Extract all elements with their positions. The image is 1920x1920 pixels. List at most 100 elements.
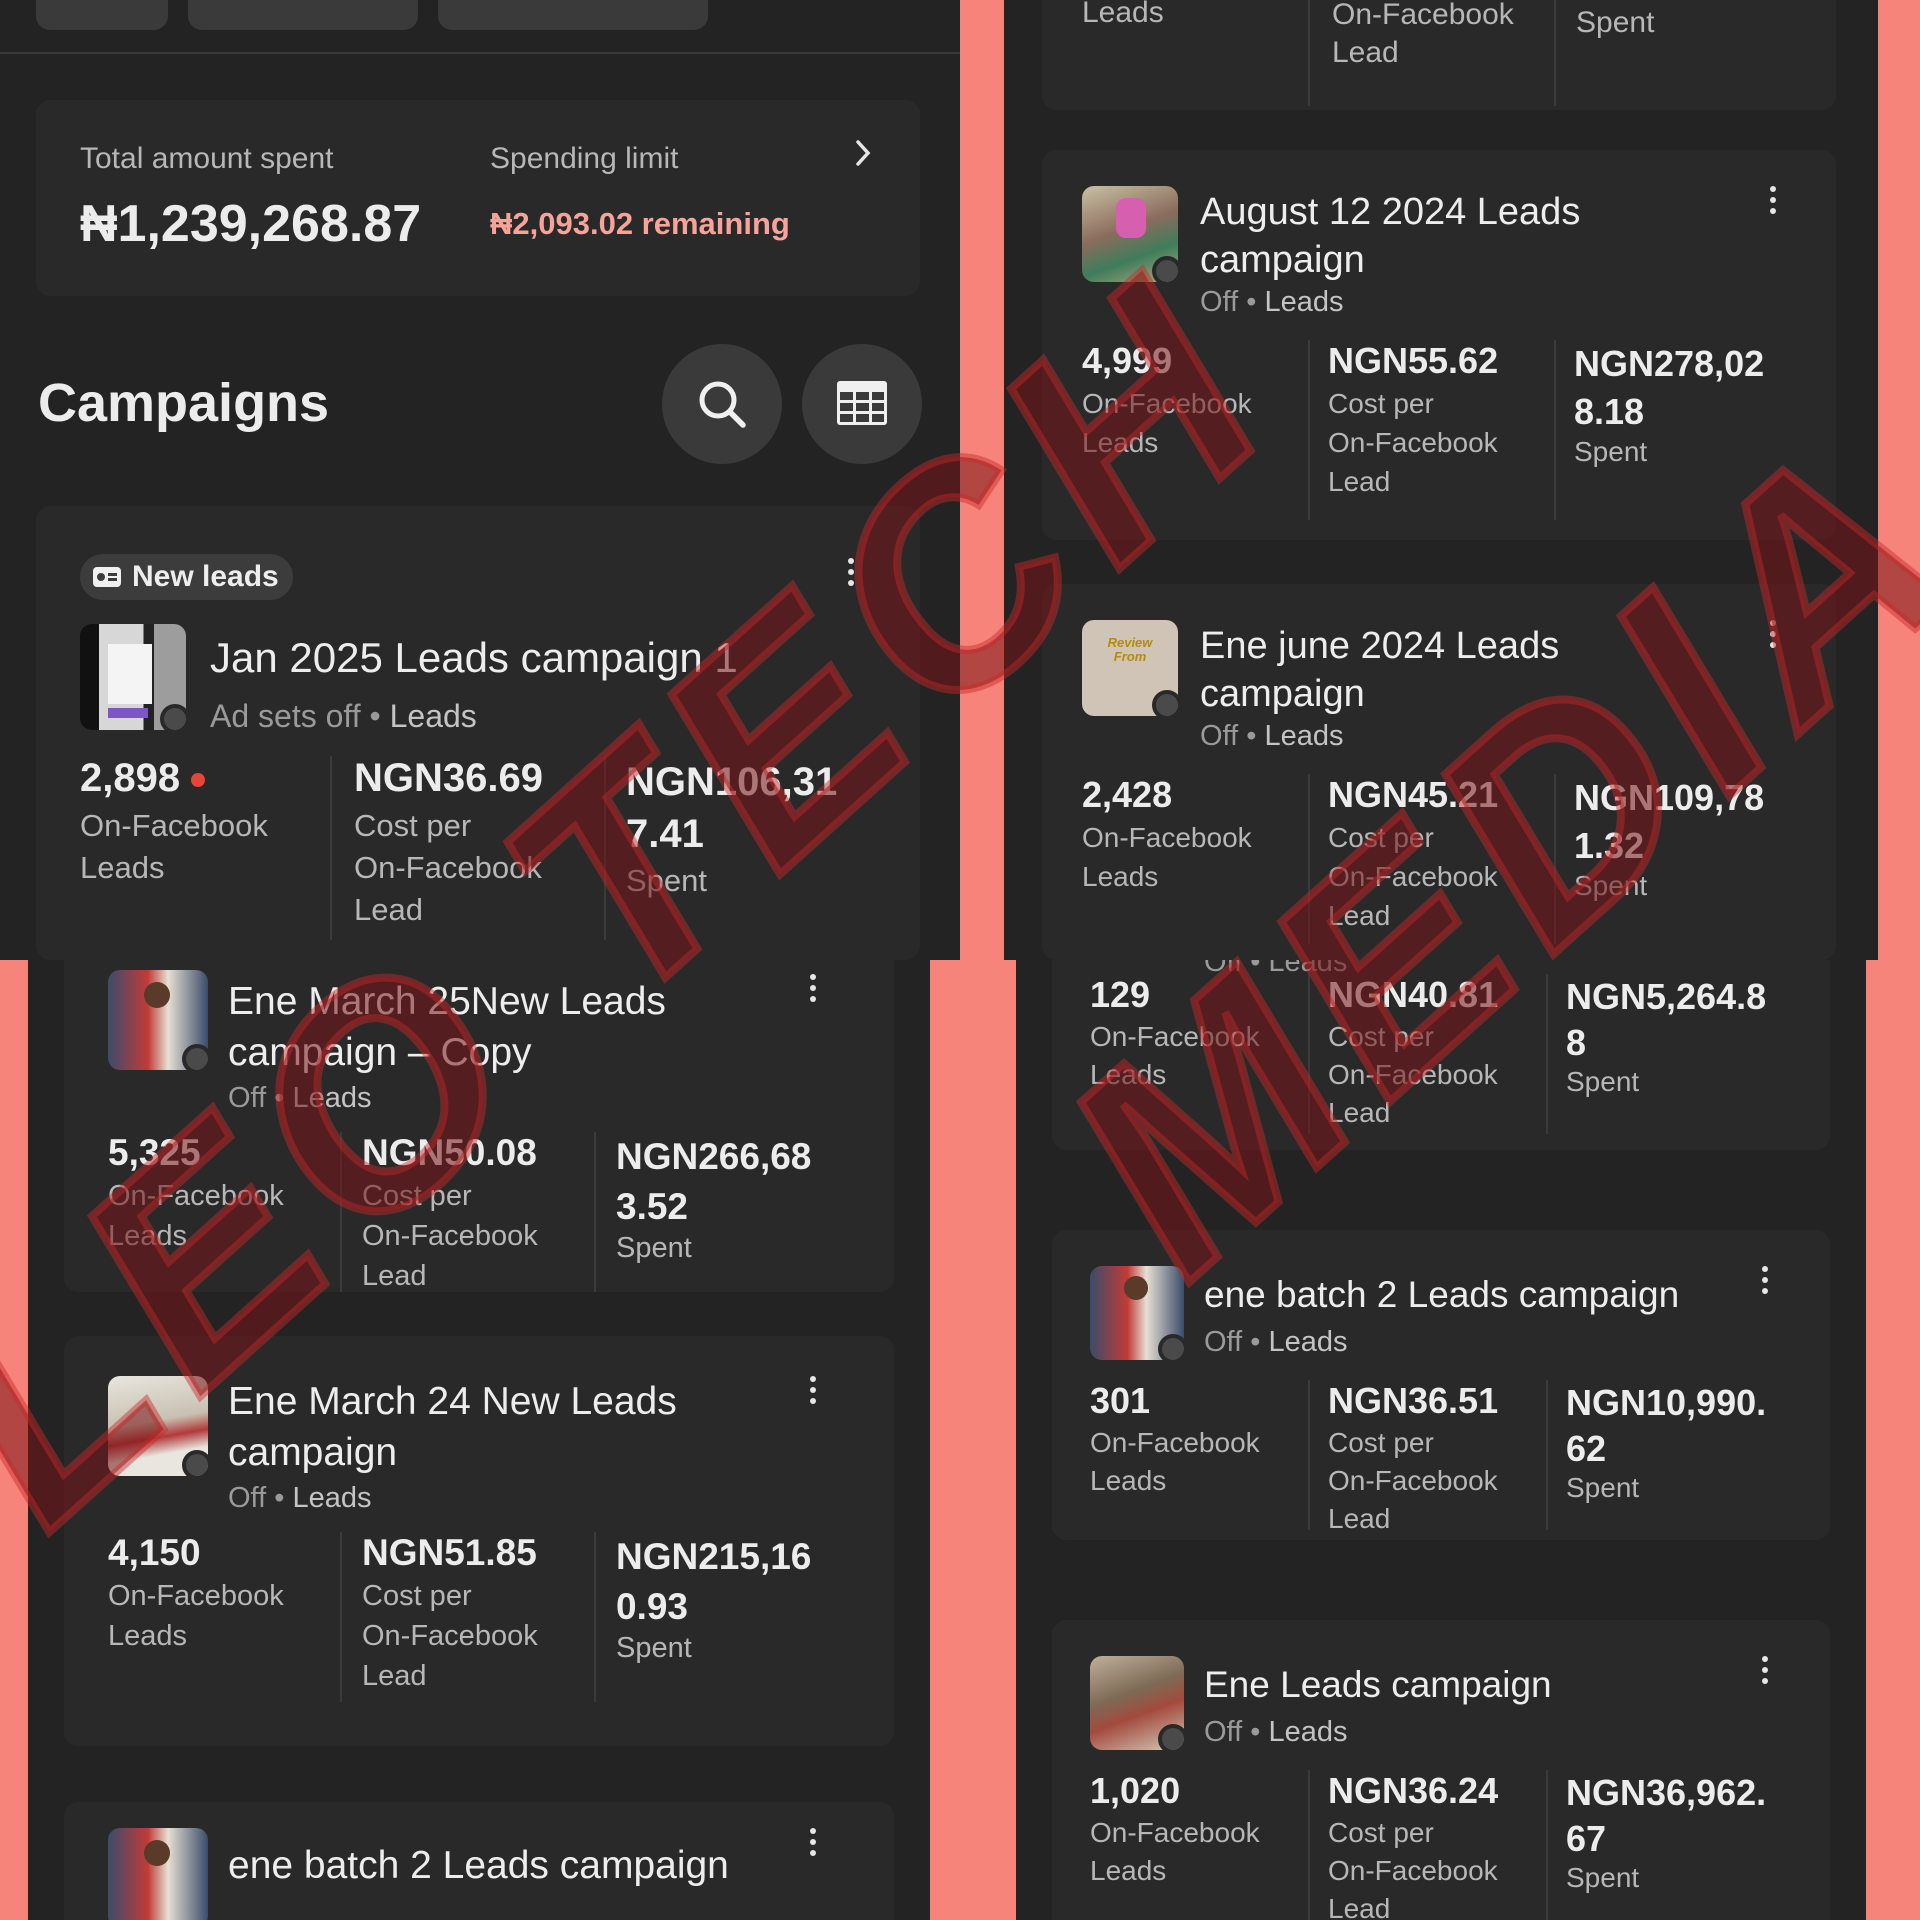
metric-spent: NGN215,16 0.93 Spent xyxy=(616,1536,812,1664)
section-title: Campaigns xyxy=(38,373,330,433)
campaign-card-partial[interactable]: Leads On-Facebook Lead Spent xyxy=(1042,0,1836,110)
campaign-name[interactable]: Ene March 24 New Leads campaign xyxy=(228,1376,677,1478)
total-spent-value: ₦1,239,268.87 xyxy=(80,195,422,253)
more-vertical-icon[interactable] xyxy=(846,558,856,594)
campaign-name[interactable]: ene batch 2 Leads campaign xyxy=(1204,1274,1679,1316)
more-vertical-icon[interactable] xyxy=(1768,620,1778,656)
metric-leads: 2,898 On-Facebook Leads xyxy=(80,756,268,885)
metric-cost-per-lead: NGN36.24 Cost per On-Facebook Lead xyxy=(1328,1770,1499,1920)
table-icon xyxy=(837,381,887,425)
metric-divider xyxy=(1308,774,1310,944)
campaign-name[interactable]: Ene june 2024 Leads campaign xyxy=(1200,622,1559,718)
campaign-card-march-24[interactable]: Ene March 24 New Leads campaign Off • Lea… xyxy=(64,1336,894,1746)
campaign-card-jan-2025[interactable]: New leads Jan 2025 Leads campaign 1 Ad s… xyxy=(36,506,920,960)
search-icon xyxy=(699,381,746,428)
metric-cost-per-lead: NGN36.51 Cost per On-Facebook Lead xyxy=(1328,1380,1499,1534)
metric-divider xyxy=(1546,1770,1548,1920)
metric-leads-value: 2,898 xyxy=(80,756,181,800)
campaign-card-june-2024[interactable]: Review From Ene june 2024 Leads campaign O… xyxy=(1042,584,1836,960)
more-vertical-icon[interactable] xyxy=(808,1828,818,1864)
campaign-status: Off • Leads xyxy=(1204,1716,1348,1748)
metric-spent: NGN36,962. 67 Spent xyxy=(1566,1772,1767,1893)
metric-spent: NGN109,78 1.32 Spent xyxy=(1574,777,1765,901)
more-vertical-icon[interactable] xyxy=(1768,186,1778,222)
lead-form-icon xyxy=(93,567,121,587)
metric-divider xyxy=(340,1532,342,1702)
top-left-panel: Total amount spent ₦1,239,268.87 Spendin… xyxy=(0,0,960,960)
metric-spent: NGN10,990. 62 Spent xyxy=(1566,1382,1767,1503)
search-button[interactable] xyxy=(662,344,782,464)
chevron-right-icon[interactable] xyxy=(852,138,874,168)
metric-spent: NGN106,31 7.41 Spent xyxy=(626,760,838,898)
metric-divider xyxy=(604,756,606,940)
metric-leads: 301 On-Facebook Leads xyxy=(1090,1380,1260,1496)
metric-cost-per-lead: NGN36.69 Cost per On-Facebook Lead xyxy=(354,756,543,927)
campaign-card-batch-2-partial[interactable]: ene batch 2 Leads campaign xyxy=(64,1802,894,1920)
campaign-status: Off • Leads xyxy=(1204,1326,1348,1358)
tab-pill-3[interactable] xyxy=(438,0,708,30)
campaign-thumbnail xyxy=(108,970,208,1070)
total-spent-label: Total amount spent xyxy=(80,142,334,175)
table-view-button[interactable] xyxy=(802,344,922,464)
bottom-left-panel: Ene March 25New Leads campaign – Copy Off… xyxy=(28,960,930,1920)
metric-cost-per-lead: NGN45.21 Cost per On-Facebook Lead xyxy=(1328,774,1499,931)
more-vertical-icon[interactable] xyxy=(1760,1656,1770,1692)
metric-leads: 4,150 On-Facebook Leads xyxy=(108,1532,284,1652)
badge-label: New leads xyxy=(132,560,279,593)
new-leads-dot xyxy=(191,773,206,788)
metric-divider xyxy=(1554,0,1556,106)
metric-divider xyxy=(1546,974,1548,1134)
metric-cost-per-lead: NGN40.81 Cost per On-Facebook Lead xyxy=(1328,974,1499,1128)
campaign-thumbnail xyxy=(1090,1656,1184,1750)
campaign-card-batch-2[interactable]: ene batch 2 Leads campaign Off • Leads 3… xyxy=(1052,1230,1830,1540)
metric-spent: NGN266,68 3.52 Spent xyxy=(616,1136,812,1264)
metric-spent: NGN278,02 8.18 Spent xyxy=(1574,343,1765,467)
metric-spent: NGN5,264.8 8 Spent xyxy=(1566,976,1767,1097)
metric-divider xyxy=(330,756,332,940)
campaign-status: Off • Leads xyxy=(1200,720,1344,752)
campaign-thumbnail xyxy=(80,624,186,730)
top-right-panel: Leads On-Facebook Lead Spent August 12 20… xyxy=(1004,0,1878,960)
metric-divider xyxy=(1546,1380,1548,1530)
campaign-thumbnail xyxy=(1090,1266,1184,1360)
metric-divider xyxy=(340,1132,342,1292)
campaign-status: Off • Leads xyxy=(1200,286,1344,318)
campaign-name[interactable]: Jan 2025 Leads campaign 1 xyxy=(210,634,738,682)
campaign-card-march-25[interactable]: Ene March 25New Leads campaign – Copy Off… xyxy=(64,960,894,1292)
metric-leads: 5,325 On-Facebook Leads xyxy=(108,1132,284,1252)
spending-limit-label: Spending limit xyxy=(490,142,679,175)
metric-leads: 129 On-Facebook Leads xyxy=(1090,974,1260,1090)
campaign-name[interactable]: ene batch 2 Leads campaign xyxy=(228,1844,729,1888)
metric-leads: 4,999 On-Facebook Leads xyxy=(1082,340,1252,458)
metric-leads: 1,020 On-Facebook Leads xyxy=(1090,1770,1260,1886)
campaign-status: Ad sets off • Leads xyxy=(210,698,477,734)
campaign-thumbnail xyxy=(1082,186,1178,282)
metric-divider xyxy=(1308,974,1310,1134)
metric-divider xyxy=(594,1132,596,1292)
more-vertical-icon[interactable] xyxy=(808,974,818,1010)
metric-divider xyxy=(1308,0,1310,106)
more-vertical-icon[interactable] xyxy=(808,1376,818,1412)
tab-pill-2[interactable] xyxy=(188,0,418,30)
metric-divider xyxy=(594,1532,596,1702)
campaign-card-partial-129[interactable]: Off • Leads 129 On-Facebook Leads NGN40.81… xyxy=(1052,960,1830,1150)
metric-leads: 2,428 On-Facebook Leads xyxy=(1082,774,1252,892)
campaign-name[interactable]: Ene March 25New Leads campaign – Copy xyxy=(228,976,666,1078)
new-leads-badge: New leads xyxy=(80,554,293,600)
spending-limit-remaining: ₦2,093.02 remaining xyxy=(490,206,790,241)
metric-cost-per-lead: NGN50.08 Cost per On-Facebook Lead xyxy=(362,1132,538,1292)
tab-divider xyxy=(0,52,960,54)
campaign-name[interactable]: Ene Leads campaign xyxy=(1204,1664,1552,1706)
campaign-card-august-2024[interactable]: August 12 2024 Leads campaign Off • Leads… xyxy=(1042,150,1836,540)
spending-summary-card[interactable]: Total amount spent ₦1,239,268.87 Spendin… xyxy=(36,100,920,296)
campaign-thumbnail xyxy=(108,1828,208,1920)
campaign-card-ene-leads[interactable]: Ene Leads campaign Off • Leads 1,020 On-F… xyxy=(1052,1620,1830,1920)
campaign-name[interactable]: August 12 2024 Leads campaign xyxy=(1200,188,1580,284)
more-vertical-icon[interactable] xyxy=(1760,1266,1770,1302)
metric-divider xyxy=(1308,1770,1310,1920)
tab-pill-1[interactable] xyxy=(36,0,168,30)
metric-cost-per-lead: NGN55.62 Cost per On-Facebook Lead xyxy=(1328,340,1499,497)
metric-divider xyxy=(1308,340,1310,520)
metric-divider xyxy=(1554,340,1556,520)
metric-cost-per-lead: NGN51.85 Cost per On-Facebook Lead xyxy=(362,1532,538,1692)
